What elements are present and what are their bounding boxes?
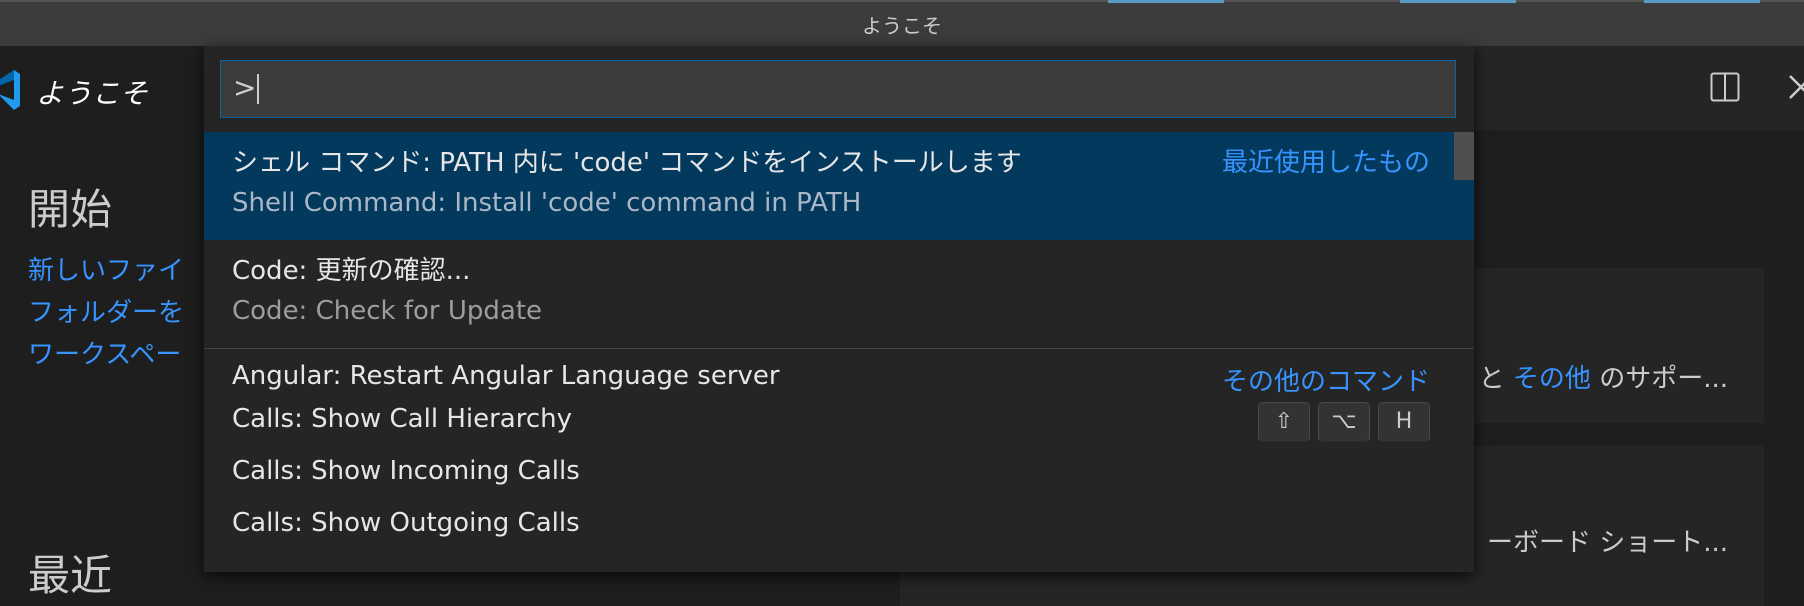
shift-key-icon: ⇧ [1258,402,1310,442]
split-editor-icon[interactable] [1710,72,1740,102]
open-folder-link[interactable]: フォルダーを [28,292,184,334]
vscode-logo-icon [0,70,20,110]
titlebar-accent [1644,0,1760,3]
start-links: 新しいファイ フォルダーを ワークスペー [28,250,184,376]
group-label-recent: 最近使用したもの [1221,148,1430,178]
title-bar: ようこそ [0,0,1804,46]
recent-heading: 最近 [28,551,113,600]
command-label: シェル コマンド: PATH 内に 'code' コマンドをインストールします [232,148,1022,178]
command-detail: Shell Command: Install 'code' command in… [232,188,862,218]
close-icon[interactable] [1786,72,1804,102]
new-file-link[interactable]: 新しいファイ [28,250,184,292]
text-caret [257,74,260,104]
add-workspace-link[interactable]: ワークスペー [28,334,184,376]
other-link[interactable]: その他 [1513,364,1591,394]
command-item-call-hierarchy[interactable]: Calls: Show Call Hierarchy ⇧ ⌥ H [204,394,1474,446]
tab-label: ようこそ [36,77,149,110]
titlebar-accent [1400,0,1516,3]
command-label: Calls: Show Incoming Calls [232,456,580,486]
command-label: Code: 更新の確認... [232,256,471,286]
command-palette-input[interactable]: > [220,60,1456,118]
input-value: > [233,71,257,104]
command-item-check-update[interactable]: Code: 更新の確認... Code: Check for Update [204,240,1474,348]
card-suffix: のサポー... [1590,364,1728,394]
command-palette: > シェル コマンド: PATH 内に 'code' コマンドをインストールしま… [204,46,1474,572]
command-item-install-code[interactable]: シェル コマンド: PATH 内に 'code' コマンドをインストールします … [204,132,1474,240]
card-text: ーボード ショート... [1486,528,1728,558]
command-label: Angular: Restart Angular Language server [232,361,780,391]
option-key-icon: ⌥ [1318,402,1370,442]
palette-scrollbar[interactable] [1454,132,1474,180]
vscode-window: ようこそ ようこそ 開始 新しいファイ フォルダーを ワークスペー 最近 と そ… [0,0,1804,606]
card-text: と その他 のサポー... [1479,358,1728,395]
command-label: Calls: Show Outgoing Calls [232,508,580,538]
keybinding: ⇧ ⌥ H [1258,402,1430,442]
card-prefix: と [1478,364,1505,394]
command-label: Calls: Show Call Hierarchy [232,404,572,434]
command-item-angular-restart[interactable]: Angular: Restart Angular Language server… [204,348,1474,397]
command-list: シェル コマンド: PATH 内に 'code' コマンドをインストールします … [204,132,1474,550]
command-item-incoming-calls[interactable]: Calls: Show Incoming Calls [204,446,1474,498]
titlebar-accent [1108,0,1224,3]
h-key: H [1378,402,1430,442]
window-title: ようこそ [862,14,942,38]
group-label-other: その他のコマンド [1221,367,1430,397]
command-detail: Code: Check for Update [232,296,543,326]
start-heading: 開始 [28,185,113,234]
command-item-outgoing-calls[interactable]: Calls: Show Outgoing Calls [204,498,1474,550]
